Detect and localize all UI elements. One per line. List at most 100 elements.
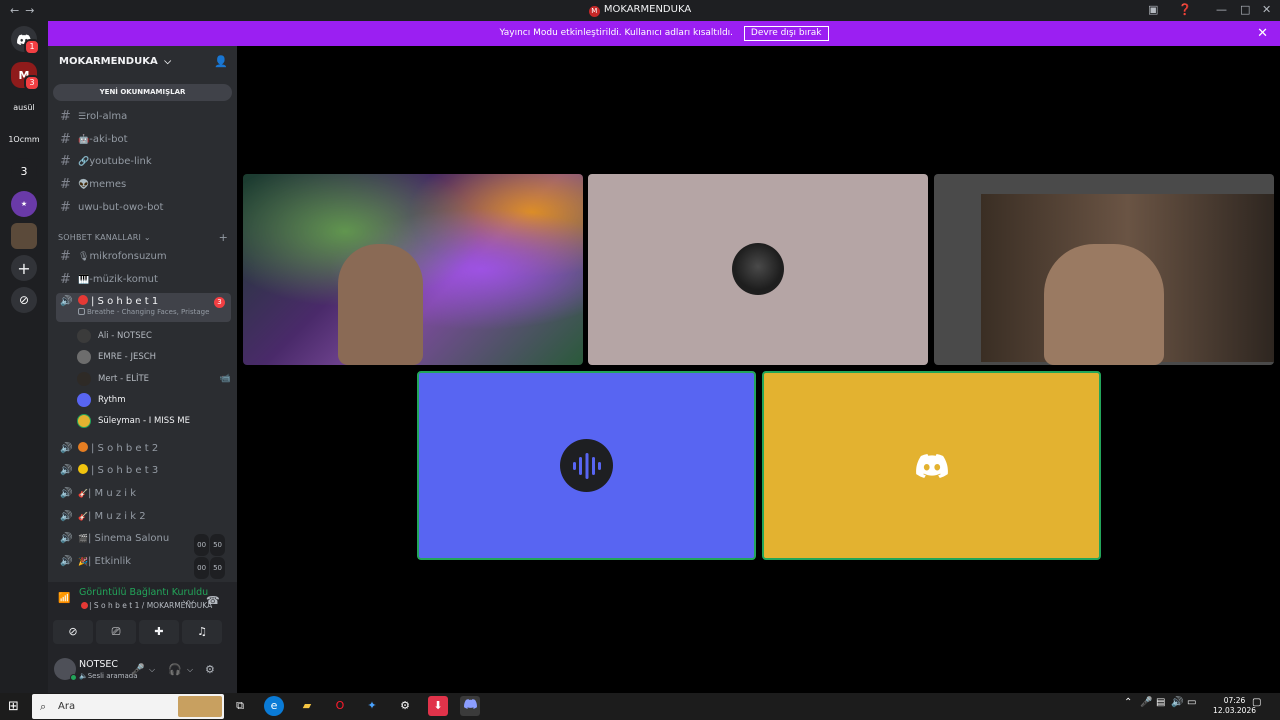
- avatar: [732, 243, 784, 295]
- taskbar-clock[interactable]: 07:26 12.03.2026: [1213, 696, 1256, 716]
- text-channel[interactable]: # 🎹-müzik-komut: [56, 270, 231, 290]
- channel-name: uwu-but-owo-bot: [78, 202, 164, 213]
- screen-share-button[interactable]: ⎚: [96, 620, 136, 644]
- video-tile-stream[interactable]: [243, 174, 583, 365]
- explore-servers-button[interactable]: ⊘: [11, 287, 37, 313]
- channel-emoji: 👽: [78, 180, 90, 190]
- guild-header[interactable]: MOKARMENDUKA ⌵ 👤: [48, 46, 237, 79]
- signal-icon[interactable]: 📶: [58, 593, 70, 604]
- activity-text: Breathe - Changing Faces, Pristage: [87, 308, 210, 316]
- soundboard-button[interactable]: ♫: [182, 620, 222, 644]
- voice-channel-active[interactable]: 🔊 | S o h b e t 1 Breathe - Changing Fac…: [56, 293, 231, 322]
- add-server-button[interactable]: +: [11, 255, 37, 281]
- category-header[interactable]: SOHBET KANALLARI ⌄ +: [58, 231, 228, 244]
- discord-taskbar-icon[interactable]: [460, 696, 480, 716]
- channel-name: mikrofonsuzum: [89, 251, 167, 262]
- channel-activity: Breathe - Changing Faces, Pristage: [78, 308, 209, 317]
- camera-button[interactable]: ⊘: [53, 620, 93, 644]
- speaker-icon: 🔊: [60, 465, 73, 476]
- voice-channel[interactable]: 🔊 | S o h b e t 2: [56, 439, 231, 459]
- channel-name: | Sinema Salonu: [87, 533, 170, 544]
- voice-channel[interactable]: 🔊 🎉| Etkinlik 00 50: [56, 552, 231, 579]
- app-icon[interactable]: ⬇: [428, 696, 448, 716]
- voice-member[interactable]: Ali - NOTSEC: [76, 326, 231, 346]
- start-menu-icon[interactable]: ⊞: [8, 699, 19, 714]
- noise-suppression-icon[interactable]: 〰: [183, 594, 194, 610]
- voice-member[interactable]: Rythm: [76, 390, 231, 410]
- text-channel[interactable]: # 🎙mikrofonsuzum: [56, 247, 231, 267]
- add-member-icon[interactable]: 👤: [214, 55, 228, 68]
- opera-browser-icon[interactable]: O: [330, 696, 350, 716]
- help-icon[interactable]: ❓: [1178, 3, 1192, 16]
- text-channel[interactable]: # uwu-but-owo-bot: [56, 198, 231, 218]
- tray-app-icon[interactable]: ▤: [1156, 697, 1165, 708]
- volume-icon[interactable]: 🔊: [1171, 697, 1183, 708]
- edge-browser-icon[interactable]: e: [264, 696, 284, 716]
- app-icon[interactable]: ⚙: [395, 696, 415, 716]
- headphones-icon[interactable]: 🎧: [168, 663, 182, 676]
- create-channel-icon[interactable]: +: [219, 231, 228, 244]
- disable-streamer-mode-button[interactable]: Devre dışı bırak: [743, 26, 829, 41]
- channel-name: | M u z i k 2: [87, 511, 146, 522]
- chevron-down-icon[interactable]: ⌵: [149, 665, 155, 675]
- window-title: M MOKARMENDUKA: [0, 4, 1280, 17]
- mention-badge: 3: [214, 297, 225, 308]
- voice-channel[interactable]: 🔊 🎬| Sinema Salonu 00 50: [56, 529, 231, 556]
- disconnect-icon[interactable]: ☎: [206, 594, 220, 607]
- discord-logo-icon: [915, 453, 948, 478]
- inbox-icon[interactable]: ▣: [1148, 3, 1158, 16]
- microphone-tray-icon[interactable]: 🎤: [1140, 697, 1152, 708]
- video-tile-discord-default[interactable]: [762, 371, 1101, 560]
- speaker-icon: 🔊: [60, 488, 73, 499]
- user-limit: 00 50: [193, 557, 225, 579]
- voice-channel[interactable]: 🔊 | S o h b e t 3: [56, 461, 231, 481]
- voice-channel[interactable]: 🔊 🎸| M u z i k: [56, 484, 231, 504]
- voice-member[interactable]: Süleyman - I MISS ME: [76, 411, 231, 431]
- server-icon[interactable]: ★: [11, 191, 37, 217]
- new-unreads-button[interactable]: YENİ OKUNMAMIŞLAR: [53, 84, 232, 101]
- window-title-text: MOKARMENDUKA: [603, 4, 692, 15]
- maximize-button[interactable]: □: [1240, 3, 1250, 16]
- streamer-face: [338, 244, 423, 365]
- close-window-button[interactable]: ✕: [1262, 3, 1271, 16]
- voice-member[interactable]: Mert - ELİTE 📹: [76, 369, 231, 389]
- hash-icon: #: [60, 154, 71, 169]
- server-label[interactable]: 1Ocmm: [4, 135, 44, 144]
- channel-name: | S o h b e t 1: [91, 296, 159, 307]
- server-folder[interactable]: 3: [11, 158, 37, 184]
- app-icon[interactable]: ✦: [362, 696, 382, 716]
- voice-channel[interactable]: 🔊 🎸| M u z i k 2: [56, 507, 231, 527]
- chevron-down-icon: ⌵: [164, 57, 172, 67]
- channel-name: -aki-bot: [89, 134, 128, 145]
- banner-close-icon[interactable]: ✕: [1257, 21, 1268, 46]
- direct-messages-button[interactable]: 1: [11, 26, 40, 55]
- banner-text: Yayıncı Modu etkinleştirildi. Kullanıcı …: [499, 28, 734, 38]
- text-channel[interactable]: # ☰rol-alma: [56, 107, 231, 127]
- tray-chevron-icon[interactable]: ⌃: [1124, 697, 1132, 708]
- video-tile-avatar[interactable]: [588, 174, 928, 365]
- channel-emoji: 🤖: [78, 135, 90, 145]
- voice-member[interactable]: EMRE - JESCH: [76, 347, 231, 367]
- text-channel[interactable]: # 👽memes: [56, 175, 231, 195]
- network-icon[interactable]: ▭: [1187, 697, 1196, 708]
- video-tile-rythm[interactable]: [417, 371, 756, 560]
- microphone-icon[interactable]: 🎤: [131, 663, 145, 676]
- chevron-down-icon[interactable]: ⌵: [187, 665, 193, 675]
- task-view-icon[interactable]: ⧉: [230, 696, 250, 716]
- server-mokarmenduka[interactable]: M 3: [11, 62, 40, 91]
- channel-emoji: 🎹: [78, 275, 90, 285]
- minimize-button[interactable]: —: [1216, 3, 1227, 16]
- notification-icon[interactable]: ▢: [1252, 697, 1261, 708]
- channel-name: | S o h b e t 2: [91, 443, 159, 454]
- server-icon[interactable]: [11, 223, 37, 249]
- text-channel[interactable]: # 🤖-aki-bot: [56, 130, 231, 150]
- video-tile-camera[interactable]: [934, 174, 1274, 365]
- text-channel[interactable]: # 🔗youtube-link: [56, 152, 231, 172]
- server-label[interactable]: ausül: [4, 103, 44, 112]
- file-explorer-icon[interactable]: ▰: [297, 696, 317, 716]
- settings-gear-icon[interactable]: ⚙: [205, 663, 215, 676]
- activities-button[interactable]: ✚: [139, 620, 179, 644]
- speaker-icon: 🔊: [60, 296, 73, 307]
- taskbar-search[interactable]: ⌕ Ara: [32, 694, 224, 719]
- username[interactable]: NOTSEC: [79, 659, 118, 670]
